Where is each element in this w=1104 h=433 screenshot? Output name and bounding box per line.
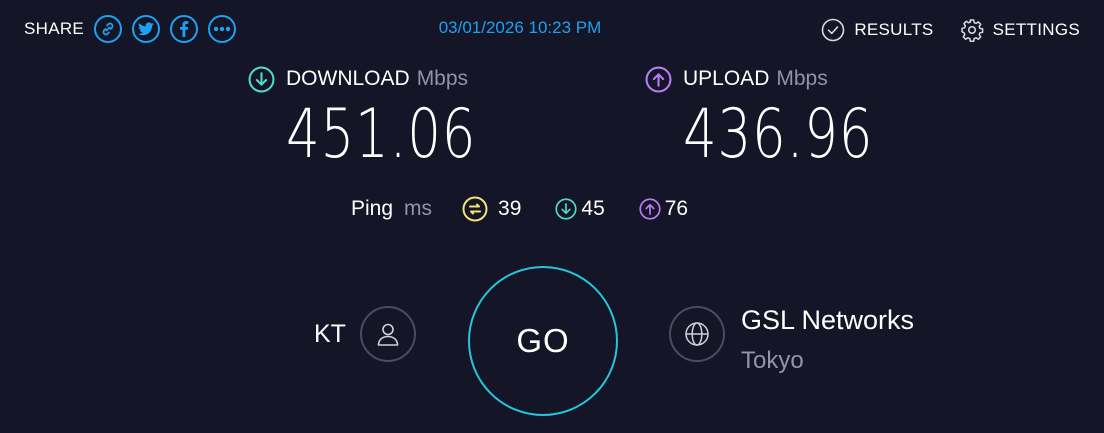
ping-upload-value: 76 xyxy=(664,197,689,220)
results-button[interactable]: RESULTS xyxy=(821,18,933,42)
upload-unit: Mbps xyxy=(776,67,828,90)
results-label: RESULTS xyxy=(854,20,934,39)
server-button[interactable] xyxy=(669,306,725,362)
user-icon xyxy=(377,323,399,346)
user-button[interactable] xyxy=(360,306,416,362)
gear-icon xyxy=(960,19,983,42)
go-button[interactable]: GO xyxy=(468,266,618,416)
upload-label: UPLOAD xyxy=(683,67,770,90)
provider-name: KT xyxy=(314,320,346,348)
upload-latency-icon xyxy=(639,198,661,220)
speedtest-page: SHARE 03/01/2026 10:23 PM RESULTS SETTIN… xyxy=(0,0,1104,433)
settings-label: SETTINGS xyxy=(992,20,1080,39)
top-nav: RESULTS SETTINGS xyxy=(795,15,1080,45)
upload-value: 436.96 xyxy=(683,95,874,174)
download-value: 451.06 xyxy=(286,95,477,174)
go-label: GO xyxy=(516,322,570,359)
download-arrow-icon xyxy=(248,66,275,92)
server-location: Tokyo xyxy=(741,347,804,374)
upload-metric: UPLOAD Mbps 436.96 xyxy=(645,64,927,174)
ping-row: Ping ms 39 45 76 xyxy=(351,194,688,224)
idle-latency-icon xyxy=(462,196,488,222)
check-circle-icon xyxy=(822,18,845,42)
settings-button[interactable]: SETTINGS xyxy=(960,18,1080,42)
download-unit: Mbps xyxy=(416,67,469,90)
download-metric: DOWNLOAD Mbps 451.06 xyxy=(248,64,530,174)
ping-unit: ms xyxy=(404,197,433,220)
ping-label: Ping xyxy=(351,197,394,220)
download-label: DOWNLOAD xyxy=(286,67,410,90)
ping-idle-value: 39 xyxy=(498,197,522,220)
download-latency-icon xyxy=(555,198,577,220)
server-name[interactable]: GSL Networks xyxy=(741,305,914,336)
ping-download-value: 45 xyxy=(581,197,605,220)
upload-arrow-icon xyxy=(645,66,672,92)
globe-icon xyxy=(685,322,709,346)
